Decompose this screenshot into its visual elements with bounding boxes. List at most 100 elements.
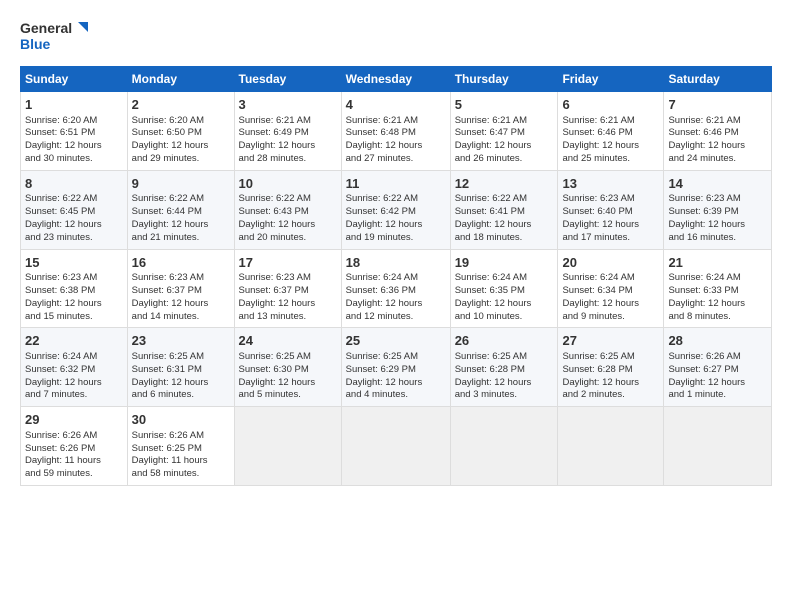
day-info-line: Daylight: 12 hours [455, 377, 554, 390]
calendar-cell: 14Sunrise: 6:23 AMSunset: 6:39 PMDayligh… [664, 170, 772, 249]
day-info-line: and 8 minutes. [668, 311, 767, 324]
day-info-line: and 1 minute. [668, 389, 767, 402]
calendar-cell: 10Sunrise: 6:22 AMSunset: 6:43 PMDayligh… [234, 170, 341, 249]
calendar-cell: 17Sunrise: 6:23 AMSunset: 6:37 PMDayligh… [234, 249, 341, 328]
day-info-line: Sunset: 6:36 PM [346, 285, 446, 298]
day-info-line: Daylight: 12 hours [346, 219, 446, 232]
day-number: 11 [346, 175, 446, 193]
calendar-cell: 19Sunrise: 6:24 AMSunset: 6:35 PMDayligh… [450, 249, 558, 328]
day-info-line: and 30 minutes. [25, 153, 123, 166]
day-info-line: and 4 minutes. [346, 389, 446, 402]
day-info-line: and 7 minutes. [25, 389, 123, 402]
day-number: 15 [25, 254, 123, 272]
day-info-line: Sunrise: 6:20 AM [132, 115, 230, 128]
calendar-cell [664, 407, 772, 486]
day-info-line: Daylight: 12 hours [346, 298, 446, 311]
day-info-line: Sunrise: 6:23 AM [132, 272, 230, 285]
day-number: 13 [562, 175, 659, 193]
calendar-cell [558, 407, 664, 486]
day-info-line: Daylight: 12 hours [132, 140, 230, 153]
day-number: 16 [132, 254, 230, 272]
day-info-line: Sunset: 6:33 PM [668, 285, 767, 298]
svg-text:Blue: Blue [20, 36, 51, 52]
day-info-line: Sunrise: 6:23 AM [25, 272, 123, 285]
day-number: 5 [455, 96, 554, 114]
day-info-line: Daylight: 12 hours [668, 377, 767, 390]
column-header-friday: Friday [558, 67, 664, 92]
day-info-line: Sunrise: 6:25 AM [346, 351, 446, 364]
day-info-line: and 17 minutes. [562, 232, 659, 245]
day-number: 21 [668, 254, 767, 272]
day-number: 14 [668, 175, 767, 193]
day-info-line: Sunset: 6:28 PM [455, 364, 554, 377]
day-info-line: Daylight: 12 hours [239, 298, 337, 311]
calendar-cell: 22Sunrise: 6:24 AMSunset: 6:32 PMDayligh… [21, 328, 128, 407]
calendar-cell: 3Sunrise: 6:21 AMSunset: 6:49 PMDaylight… [234, 92, 341, 171]
day-info-line: Sunrise: 6:21 AM [668, 115, 767, 128]
day-info-line: and 10 minutes. [455, 311, 554, 324]
day-info-line: Sunrise: 6:22 AM [346, 193, 446, 206]
day-info-line: Sunrise: 6:24 AM [455, 272, 554, 285]
day-info-line: Sunset: 6:27 PM [668, 364, 767, 377]
day-number: 8 [25, 175, 123, 193]
day-info-line: Sunset: 6:37 PM [132, 285, 230, 298]
day-info-line: Daylight: 11 hours [25, 455, 123, 468]
day-info-line: Sunrise: 6:23 AM [239, 272, 337, 285]
day-info-line: Sunrise: 6:22 AM [25, 193, 123, 206]
day-info-line: and 5 minutes. [239, 389, 337, 402]
day-info-line: Daylight: 11 hours [132, 455, 230, 468]
day-info-line: Daylight: 12 hours [25, 219, 123, 232]
day-info-line: Daylight: 12 hours [132, 219, 230, 232]
day-info-line: Daylight: 12 hours [455, 298, 554, 311]
day-number: 18 [346, 254, 446, 272]
day-info-line: Daylight: 12 hours [668, 140, 767, 153]
day-info-line: Sunset: 6:46 PM [562, 127, 659, 140]
day-info-line: and 19 minutes. [346, 232, 446, 245]
day-number: 24 [239, 332, 337, 350]
day-info-line: Sunrise: 6:26 AM [25, 430, 123, 443]
day-number: 25 [346, 332, 446, 350]
day-info-line: Sunset: 6:32 PM [25, 364, 123, 377]
calendar-cell: 11Sunrise: 6:22 AMSunset: 6:42 PMDayligh… [341, 170, 450, 249]
day-info-line: Daylight: 12 hours [668, 298, 767, 311]
day-info-line: Daylight: 12 hours [562, 219, 659, 232]
day-info-line: Sunrise: 6:21 AM [562, 115, 659, 128]
day-info-line: Sunset: 6:45 PM [25, 206, 123, 219]
calendar-cell [234, 407, 341, 486]
day-info-line: Sunrise: 6:21 AM [346, 115, 446, 128]
day-info-line: Sunset: 6:48 PM [346, 127, 446, 140]
day-info-line: Sunset: 6:43 PM [239, 206, 337, 219]
column-header-wednesday: Wednesday [341, 67, 450, 92]
day-info-line: Sunset: 6:26 PM [25, 443, 123, 456]
calendar-cell: 4Sunrise: 6:21 AMSunset: 6:48 PMDaylight… [341, 92, 450, 171]
day-info-line: Sunset: 6:40 PM [562, 206, 659, 219]
day-info-line: and 29 minutes. [132, 153, 230, 166]
day-info-line: Sunrise: 6:26 AM [668, 351, 767, 364]
calendar-cell [450, 407, 558, 486]
day-info-line: Daylight: 12 hours [346, 140, 446, 153]
logo: General Blue [20, 16, 90, 56]
day-info-line: and 21 minutes. [132, 232, 230, 245]
calendar-cell: 24Sunrise: 6:25 AMSunset: 6:30 PMDayligh… [234, 328, 341, 407]
day-info-line: Daylight: 12 hours [239, 377, 337, 390]
day-number: 4 [346, 96, 446, 114]
day-info-line: Sunrise: 6:25 AM [239, 351, 337, 364]
calendar-cell: 27Sunrise: 6:25 AMSunset: 6:28 PMDayligh… [558, 328, 664, 407]
day-info-line: Daylight: 12 hours [455, 219, 554, 232]
calendar-cell: 13Sunrise: 6:23 AMSunset: 6:40 PMDayligh… [558, 170, 664, 249]
day-info-line: Daylight: 12 hours [25, 298, 123, 311]
day-number: 6 [562, 96, 659, 114]
day-info-line: Sunset: 6:51 PM [25, 127, 123, 140]
day-info-line: and 18 minutes. [455, 232, 554, 245]
day-info-line: Sunrise: 6:23 AM [668, 193, 767, 206]
calendar-cell: 12Sunrise: 6:22 AMSunset: 6:41 PMDayligh… [450, 170, 558, 249]
day-info-line: Sunset: 6:50 PM [132, 127, 230, 140]
day-info-line: and 13 minutes. [239, 311, 337, 324]
day-info-line: and 59 minutes. [25, 468, 123, 481]
day-number: 3 [239, 96, 337, 114]
calendar-cell [341, 407, 450, 486]
calendar: SundayMondayTuesdayWednesdayThursdayFrid… [20, 66, 772, 486]
day-info-line: Sunrise: 6:24 AM [562, 272, 659, 285]
column-header-monday: Monday [127, 67, 234, 92]
calendar-cell: 23Sunrise: 6:25 AMSunset: 6:31 PMDayligh… [127, 328, 234, 407]
